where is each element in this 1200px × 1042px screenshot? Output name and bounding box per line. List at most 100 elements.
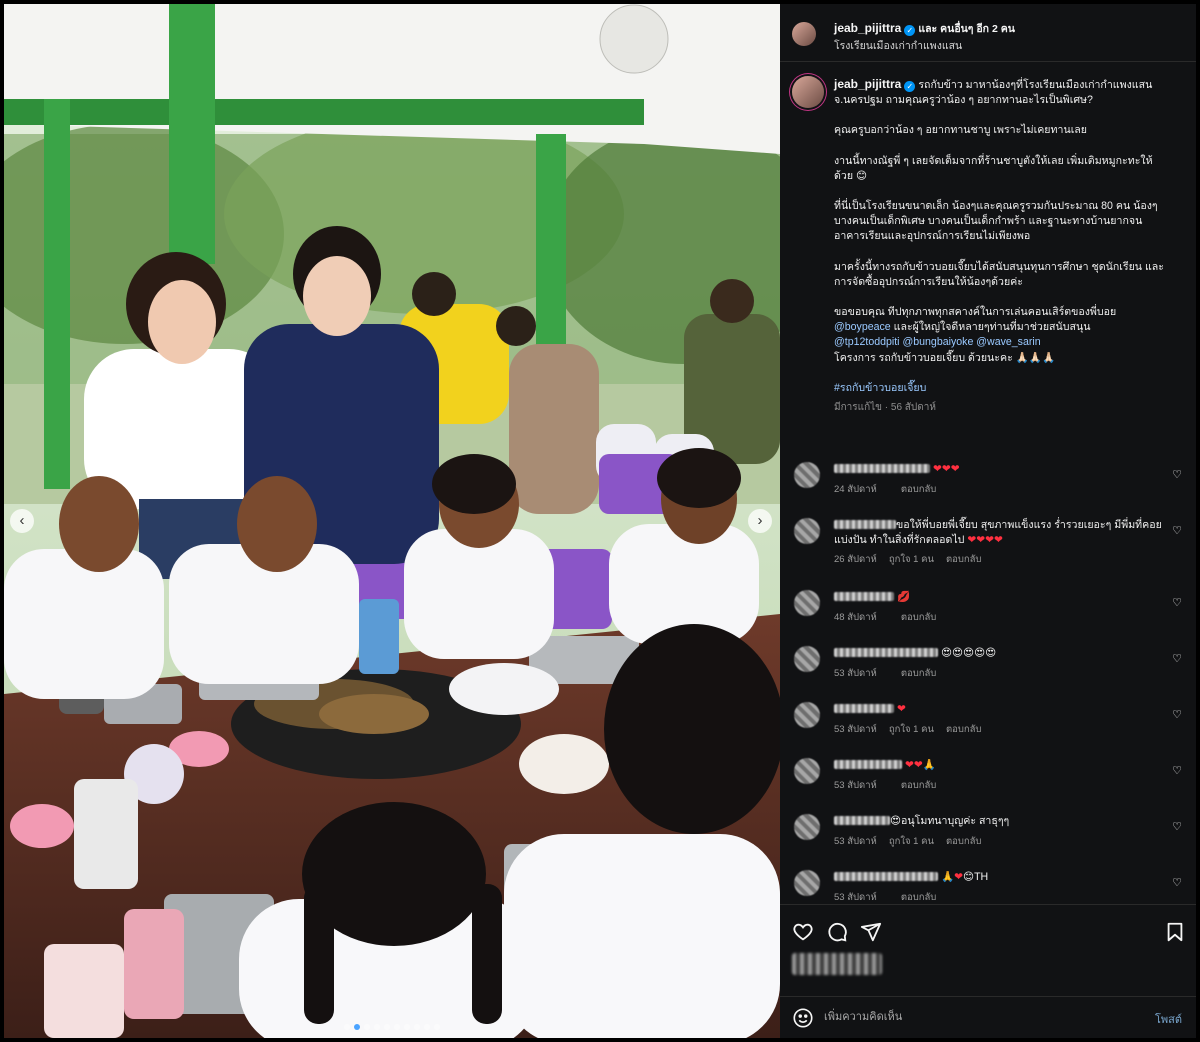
- mention-link[interactable]: @tp12toddpiti: [834, 336, 900, 348]
- bookmark-icon[interactable]: [1164, 921, 1186, 943]
- verified-badge-icon: ✓: [904, 25, 916, 36]
- commenter-avatar[interactable]: [794, 590, 820, 616]
- comment-likes[interactable]: ถูกใจ 1 คน: [889, 836, 934, 847]
- comment-meta: 53 สัปดาห์ ตอบกลับ: [834, 667, 1164, 682]
- commenter-username-blurred[interactable]: [834, 648, 938, 657]
- comment-meta: 53 สัปดาห์ ตอบกลับ: [834, 779, 1164, 794]
- likes-count-blurred: [792, 953, 882, 975]
- commenter-username-blurred[interactable]: [834, 592, 894, 601]
- post-header: jeab_pijittra ✓ และ คนอื่นๆ อีก 2 คน โรงเร…: [780, 4, 1196, 62]
- commenter-avatar[interactable]: [794, 758, 820, 784]
- comment-body: 🙏❤😊TH 53 สัปดาห์ ตอบกลับ: [834, 870, 1164, 905]
- comment-meta: 53 สัปดาห์ ถูกใจ 1 คน ตอบกลับ: [834, 723, 1164, 738]
- comment-text: 😍อนุโมทนาบุญค่ะ สาธุๆๆ: [890, 815, 1010, 827]
- comment-time: 53 สัปดาห์: [834, 891, 877, 903]
- chevron-right-icon[interactable]: ›: [748, 509, 772, 533]
- reply-button[interactable]: ตอบกลับ: [901, 612, 937, 623]
- reply-button[interactable]: ตอบกลับ: [901, 484, 937, 495]
- hashtag-line: #รถกับข้าวบอยเจี๊ยบ: [834, 381, 1170, 396]
- emoji-icon[interactable]: [792, 1007, 814, 1029]
- comment-likes[interactable]: ถูกใจ 1 คน: [889, 554, 934, 565]
- action-bar: [780, 904, 1196, 1004]
- heart-icon[interactable]: ♡: [1172, 764, 1182, 777]
- comment-text: ❤❤❤: [932, 463, 960, 475]
- thanks-text: ขอขอบคุณ ทีปทุกภาพทุกสคางค์ในการเล่นคอนเ…: [834, 306, 1117, 319]
- commenter-username-blurred[interactable]: [834, 520, 896, 529]
- commenter-avatar[interactable]: [794, 702, 820, 728]
- caption-avatar[interactable]: [792, 76, 824, 108]
- commenter-avatar[interactable]: [794, 814, 820, 840]
- share-icon[interactable]: [860, 921, 882, 943]
- carousel-dot: [384, 1024, 390, 1030]
- avatar[interactable]: [792, 22, 816, 46]
- reply-button[interactable]: ตอบกลับ: [901, 668, 937, 679]
- caption-username[interactable]: jeab_pijittra: [834, 77, 901, 91]
- comment-body: ❤❤🙏 53 สัปดาห์ ตอบกลับ: [834, 758, 1164, 793]
- carousel-dot: [414, 1024, 420, 1030]
- commenter-username-blurred[interactable]: [834, 816, 890, 825]
- reply-button[interactable]: ตอบกลับ: [901, 780, 937, 791]
- heart-icon[interactable]: [792, 921, 814, 943]
- commenter-username-blurred[interactable]: [834, 704, 894, 713]
- comment-text: 💋: [894, 591, 911, 603]
- caption-paragraph: คุณครูบอกว่าน้อง ๆ อยากทานชาบู เพราะไม่เ…: [834, 124, 1088, 137]
- coauthors-link[interactable]: และ คนอื่นๆ อีก 2 คน: [918, 23, 1015, 35]
- comment-item: ❤ 53 สัปดาห์ ถูกใจ 1 คน ตอบกลับ ♡: [794, 702, 1182, 746]
- comment-icon[interactable]: [826, 921, 848, 943]
- heart-icon[interactable]: ♡: [1172, 524, 1182, 537]
- hashtag-link[interactable]: #รถกับข้าวบอยเจี๊ยบ: [834, 382, 926, 394]
- comment-input[interactable]: [824, 1007, 1124, 1027]
- commenter-avatar[interactable]: [794, 870, 820, 896]
- mention-link[interactable]: @boypeace: [834, 321, 891, 333]
- reply-button[interactable]: ตอบกลับ: [946, 554, 982, 565]
- carousel-dot: [354, 1024, 360, 1030]
- heart-icon[interactable]: ♡: [1172, 596, 1182, 609]
- comment-meta: 48 สัปดาห์ ตอบกลับ: [834, 611, 1164, 626]
- comment-time: 48 สัปดาห์: [834, 611, 877, 623]
- commenter-username-blurred[interactable]: [834, 872, 938, 881]
- comment-body: ขอให้พี่บอยพี่เจี๊ยบ สุขภาพแข็งแรง ร่ำรว…: [834, 518, 1164, 568]
- commenter-username-blurred[interactable]: [834, 464, 930, 473]
- caption-paragraph: jeab_pijittra ✓ รถกับข้าว มาหาน้องๆที่โรงเ…: [834, 77, 1170, 108]
- carousel-dot: [394, 1024, 400, 1030]
- comment-item: ขอให้พี่บอยพี่เจี๊ยบ สุขภาพแข็งแรง ร่ำรว…: [794, 518, 1182, 565]
- post-button[interactable]: โพสต์: [1155, 1010, 1182, 1028]
- heart-icon[interactable]: ♡: [1172, 468, 1182, 481]
- commenter-username-blurred[interactable]: [834, 760, 902, 769]
- comment-text: ❤❤🙏: [904, 759, 936, 771]
- comment-meta: 53 สัปดาห์ ตอบกลับ: [834, 891, 1164, 906]
- reply-button[interactable]: ตอบกลับ: [901, 892, 937, 903]
- carousel-dot: [344, 1024, 350, 1030]
- caption: jeab_pijittra ✓ รถกับข้าว มาหาน้องๆที่โรงเ…: [834, 77, 1170, 415]
- comment-time: 24 สัปดาห์: [834, 483, 877, 495]
- location-link[interactable]: โรงเรียนเมืองเก่ากำแพงแสน: [834, 37, 962, 54]
- comment-text: 😍😍😍😍😍: [938, 647, 997, 659]
- comment-likes[interactable]: ถูกใจ 1 คน: [889, 724, 934, 735]
- commenter-avatar[interactable]: [794, 646, 820, 672]
- mention-link[interactable]: @wave_sarin: [976, 336, 1040, 348]
- comment-body: ❤ 53 สัปดาห์ ถูกใจ 1 คน ตอบกลับ: [834, 702, 1164, 737]
- post-modal: ‹ › jeab_pijittra ✓ และ คนอื่นๆ อีก 2 คน โ…: [0, 0, 1200, 1042]
- carousel-dot: [364, 1024, 370, 1030]
- chevron-left-icon[interactable]: ‹: [10, 509, 34, 533]
- comment-meta: 26 สัปดาห์ ถูกใจ 1 คน ตอบกลับ: [834, 553, 1164, 568]
- carousel-dot: [424, 1024, 430, 1030]
- caption-paragraph: งานนี้ทางณัฐพี่ ๆ เลยจัดเต็มจากที่ร้านชา…: [834, 154, 1153, 182]
- heart-icon[interactable]: ♡: [1172, 652, 1182, 665]
- reply-button[interactable]: ตอบกลับ: [946, 836, 982, 847]
- author-username[interactable]: jeab_pijittra: [834, 21, 901, 35]
- mention-link[interactable]: @bungbaiyoke: [903, 336, 974, 348]
- heart-icon[interactable]: ♡: [1172, 820, 1182, 833]
- caption-paragraph: มาครั้งนี้ทางรถกับข้าวบอยเจี๊ยบได้สนับสน…: [834, 260, 1164, 288]
- comment-body: ❤❤❤ 24 สัปดาห์ ตอบกลับ: [834, 462, 1164, 497]
- commenter-avatar[interactable]: [794, 462, 820, 488]
- comment-item: ❤❤🙏 53 สัปดาห์ ตอบกลับ ♡: [794, 758, 1182, 802]
- comment-time: 53 สัปดาห์: [834, 723, 877, 735]
- commenter-avatar[interactable]: [794, 518, 820, 544]
- heart-icon[interactable]: ♡: [1172, 876, 1182, 889]
- post-photo[interactable]: ‹ ›: [4, 4, 780, 1038]
- reply-button[interactable]: ตอบกลับ: [946, 724, 982, 735]
- comment-body: 😍อนุโมทนาบุญค่ะ สาธุๆๆ 53 สัปดาห์ ถูกใจ 1 …: [834, 814, 1164, 849]
- caption-paragraph: ที่นี่เป็นโรงเรียนขนาดเล็ก น้องๆและคุณคร…: [834, 200, 1158, 243]
- heart-icon[interactable]: ♡: [1172, 708, 1182, 721]
